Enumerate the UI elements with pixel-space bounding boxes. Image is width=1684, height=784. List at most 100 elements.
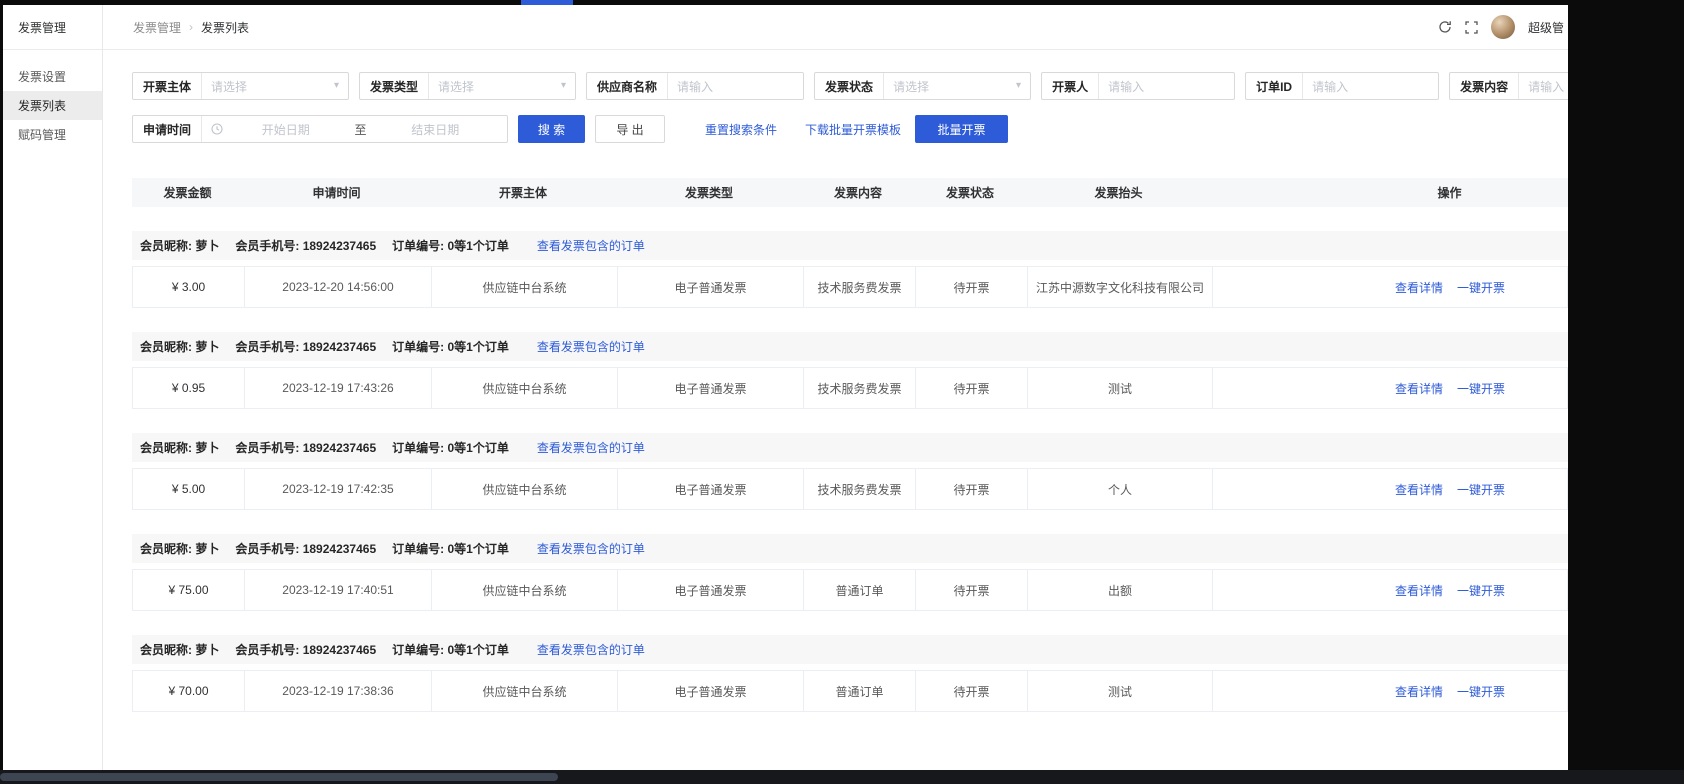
filter-field: 发票类型 请选择 ▾: [359, 72, 576, 100]
export-button[interactable]: 导 出: [595, 115, 665, 143]
view-detail-link[interactable]: 查看详情: [1395, 582, 1443, 599]
bottom-frame: [0, 770, 1684, 784]
view-detail-link[interactable]: 查看详情: [1395, 279, 1443, 296]
invoice-group: 会员昵称: 萝卜 会员手机号: 18924237465 订单编号: 0等1个订单…: [132, 433, 1568, 510]
date-range-separator: 至: [355, 121, 367, 138]
member-nickname: 会员昵称: 萝卜: [140, 338, 219, 355]
horizontal-scrollbar[interactable]: [0, 773, 558, 781]
cell-amount: ¥ 5.00: [133, 469, 244, 509]
invoice-row: ¥ 3.00 2023-12-20 14:56:00 供应链中台系统 电子普通发…: [132, 266, 1568, 308]
filter-label: 供应商名称: [587, 73, 667, 99]
filter-field: 发票状态 请选择 ▾: [814, 72, 1031, 100]
batch-invoice-button[interactable]: 批量开票: [915, 115, 1008, 143]
cell-content: 普通订单: [803, 671, 915, 711]
reset-filters-link[interactable]: 重置搜索条件: [705, 121, 777, 138]
cell-subject: 供应链中台系统: [431, 267, 617, 307]
sidebar-item-label: 发票设置: [18, 68, 66, 85]
order-number: 订单编号: 0等1个订单: [392, 338, 509, 355]
nickname-label: 会员昵称:: [140, 239, 192, 253]
order-label: 订单编号:: [392, 643, 444, 657]
cell-invoice-type: 电子普通发票: [617, 368, 803, 408]
cell-status: 待开票: [915, 267, 1027, 307]
filter-label: 发票状态: [815, 73, 883, 99]
topbar-right: 超级管: [1438, 15, 1564, 39]
filter-field: 开票人 请输入: [1041, 72, 1235, 100]
view-detail-link[interactable]: 查看详情: [1395, 380, 1443, 397]
phone-value: 18924237465: [303, 340, 376, 354]
col-header-invoice-type: 发票类型: [616, 184, 802, 201]
app-window: 发票管理 发票设置 发票列表 赋码管理 发票管理 › 发票列表: [3, 5, 1568, 770]
cell-actions: 查看详情 一键开票: [1212, 570, 1567, 610]
nickname-value: 萝卜: [195, 441, 219, 455]
invoice-row: ¥ 70.00 2023-12-19 17:38:36 供应链中台系统 电子普通…: [132, 670, 1568, 712]
sidebar-item-invoice-settings[interactable]: 发票设置: [3, 62, 102, 91]
col-header-subject: 开票主体: [430, 184, 616, 201]
view-included-orders-link[interactable]: 查看发票包含的订单: [537, 641, 645, 658]
cell-subject: 供应链中台系统: [431, 368, 617, 408]
view-included-orders-link[interactable]: 查看发票包含的订单: [537, 439, 645, 456]
refresh-icon[interactable]: [1438, 20, 1452, 34]
view-included-orders-link[interactable]: 查看发票包含的订单: [537, 338, 645, 355]
order-number: 订单编号: 0等1个订单: [392, 439, 509, 456]
order-label: 订单编号:: [392, 340, 444, 354]
cell-amount: ¥ 0.95: [133, 368, 244, 408]
fullscreen-icon[interactable]: [1465, 21, 1478, 34]
filter-field: 发票内容 请输入: [1449, 72, 1568, 100]
invoice-group-header: 会员昵称: 萝卜 会员手机号: 18924237465 订单编号: 0等1个订单…: [132, 231, 1568, 260]
end-date-placeholder: 结束日期: [373, 121, 499, 138]
view-detail-link[interactable]: 查看详情: [1395, 481, 1443, 498]
breadcrumb-parent[interactable]: 发票管理: [133, 19, 181, 36]
cell-amount: ¥ 75.00: [133, 570, 244, 610]
sidebar-item-code-management[interactable]: 赋码管理: [3, 120, 102, 149]
member-nickname: 会员昵称: 萝卜: [140, 439, 219, 456]
invoice-group: 会员昵称: 萝卜 会员手机号: 18924237465 订单编号: 0等1个订单…: [132, 231, 1568, 308]
cell-invoice-type: 电子普通发票: [617, 570, 803, 610]
cell-content: 普通订单: [803, 570, 915, 610]
invoice-row: ¥ 0.95 2023-12-19 17:43:26 供应链中台系统 电子普通发…: [132, 367, 1568, 409]
one-click-invoice-link[interactable]: 一键开票: [1457, 380, 1505, 397]
filter-input[interactable]: 请输入: [1098, 73, 1234, 99]
download-batch-template-link[interactable]: 下载批量开票模板: [805, 121, 901, 138]
invoice-group: 会员昵称: 萝卜 会员手机号: 18924237465 订单编号: 0等1个订单…: [132, 332, 1568, 409]
filter-input[interactable]: 请输入: [667, 73, 803, 99]
search-button[interactable]: 搜 索: [518, 115, 585, 143]
cell-status: 待开票: [915, 671, 1027, 711]
filter-input[interactable]: 请选择 ▾: [883, 73, 1030, 99]
nickname-label: 会员昵称:: [140, 643, 192, 657]
clock-icon: [211, 123, 223, 135]
filter-input[interactable]: 请选择 ▾: [201, 73, 348, 99]
one-click-invoice-link[interactable]: 一键开票: [1457, 279, 1505, 296]
col-header-title: 发票抬头: [1026, 184, 1211, 201]
filter-placeholder: 请选择: [211, 78, 247, 95]
filter-input[interactable]: 请输入: [1302, 73, 1438, 99]
nickname-value: 萝卜: [195, 340, 219, 354]
member-nickname: 会员昵称: 萝卜: [140, 237, 219, 254]
cell-amount: ¥ 3.00: [133, 267, 244, 307]
one-click-invoice-link[interactable]: 一键开票: [1457, 481, 1505, 498]
cell-subject: 供应链中台系统: [431, 671, 617, 711]
col-header-content: 发票内容: [802, 184, 914, 201]
date-range-input[interactable]: 开始日期 至 结束日期: [201, 116, 507, 142]
filter-input[interactable]: 请输入: [1518, 73, 1568, 99]
sidebar-item-invoice-list[interactable]: 发票列表: [3, 91, 102, 120]
view-detail-link[interactable]: 查看详情: [1395, 683, 1443, 700]
cell-invoice-type: 电子普通发票: [617, 469, 803, 509]
invoice-group-header: 会员昵称: 萝卜 会员手机号: 18924237465 订单编号: 0等1个订单…: [132, 332, 1568, 361]
member-nickname: 会员昵称: 萝卜: [140, 641, 219, 658]
view-included-orders-link[interactable]: 查看发票包含的订单: [537, 540, 645, 557]
view-included-orders-link[interactable]: 查看发票包含的订单: [537, 237, 645, 254]
nickname-value: 萝卜: [195, 643, 219, 657]
user-name[interactable]: 超级管: [1528, 19, 1564, 36]
invoice-group-header: 会员昵称: 萝卜 会员手机号: 18924237465 订单编号: 0等1个订单…: [132, 433, 1568, 462]
one-click-invoice-link[interactable]: 一键开票: [1457, 683, 1505, 700]
order-label: 订单编号:: [392, 441, 444, 455]
order-label: 订单编号:: [392, 542, 444, 556]
chevron-down-icon: ▾: [1016, 81, 1021, 91]
invoice-table: 发票金额 申请时间 开票主体 发票类型 发票内容 发票状态 发票抬头 操作 会员…: [132, 178, 1568, 712]
cell-title: 测试: [1027, 671, 1212, 711]
user-avatar[interactable]: [1491, 15, 1515, 39]
cell-status: 待开票: [915, 570, 1027, 610]
one-click-invoice-link[interactable]: 一键开票: [1457, 582, 1505, 599]
filter-input[interactable]: 请选择 ▾: [428, 73, 575, 99]
filter-placeholder: 请输入: [1312, 78, 1348, 95]
